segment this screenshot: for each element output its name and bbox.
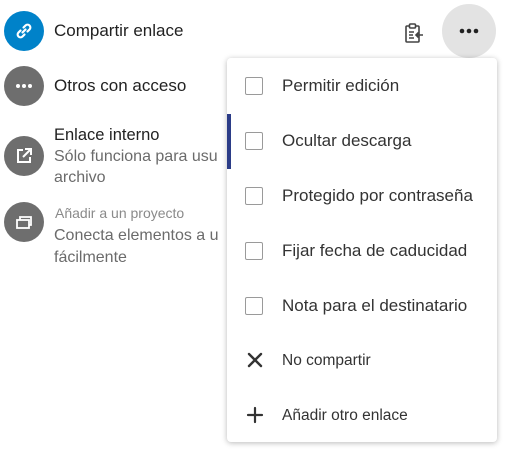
menu-item-label: Ocultar descarga [282,131,412,150]
menu-item-label: Fijar fecha de caducidad [282,241,468,260]
menu-item-label: Protegido por contraseña [282,186,473,205]
internal-link-subtitle: Sólo funciona para usu [54,148,218,165]
share-options-menu: Permitir edición Ocultar descarga Proteg… [227,58,497,442]
menu-item-hide-download[interactable]: Ocultar descarga [227,114,497,169]
menu-item-expiration-date[interactable]: Fijar fecha de caducidad [227,224,497,279]
project-subtitle: Conecta elementos a u [54,227,219,244]
menu-item-label: Permitir edición [282,76,400,95]
projects-icon [4,202,44,242]
menu-item-allow-editing[interactable]: Permitir edición [227,59,497,114]
project-label: Añadir a un proyecto [55,205,185,221]
more-options-button[interactable] [442,4,496,58]
menu-item-label: No compartir [282,352,371,369]
clipboard-icon[interactable] [402,21,426,45]
allow-editing-checkbox[interactable] [245,77,263,95]
menu-item-note-recipient[interactable]: Nota para el destinatario [227,279,497,334]
share-link-title: Compartir enlace [54,21,184,40]
menu-item-password-protect[interactable]: Protegido por contraseña [227,169,497,224]
internal-link-title: Enlace interno [54,126,160,144]
link-icon [4,11,44,51]
share-link-row[interactable]: Compartir enlace [0,0,507,62]
ellipsis-icon [459,28,479,34]
internal-link-subtitle-2: archivo [54,169,106,186]
note-recipient-checkbox[interactable] [245,297,263,315]
menu-item-label: Añadir otro enlace [282,407,408,424]
expiration-date-checkbox[interactable] [245,242,263,260]
external-link-icon [4,136,44,176]
more-icon [4,66,44,106]
password-protect-checkbox[interactable] [245,187,263,205]
project-subtitle-2: fácilmente [54,249,127,266]
menu-item-unshare[interactable]: No compartir [227,334,497,389]
menu-item-label: Nota para el destinatario [282,296,468,315]
hide-download-checkbox[interactable] [245,132,263,150]
menu-item-add-link[interactable]: Añadir otro enlace [227,389,497,444]
others-access-title: Otros con acceso [54,76,187,95]
plus-icon [246,406,264,424]
close-icon [247,352,263,368]
